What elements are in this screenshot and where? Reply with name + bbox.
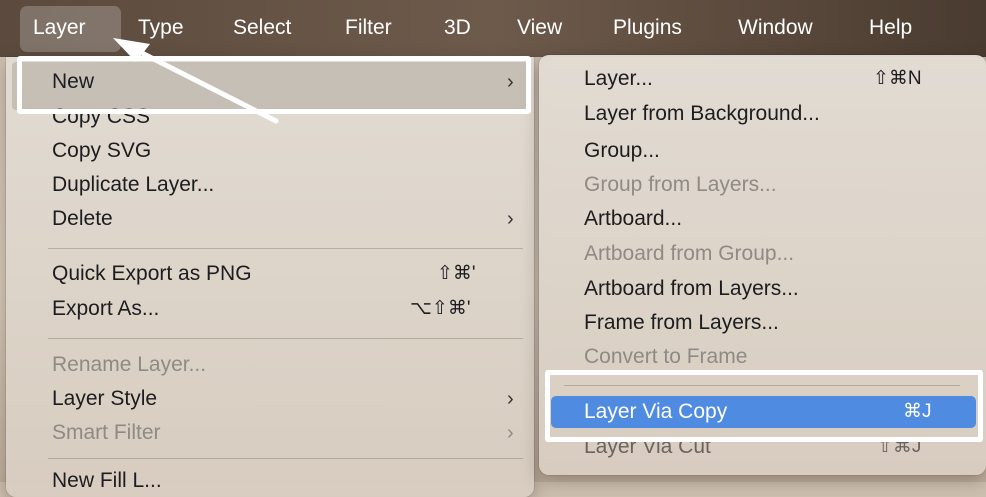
callout-arrow-icon	[113, 38, 279, 124]
